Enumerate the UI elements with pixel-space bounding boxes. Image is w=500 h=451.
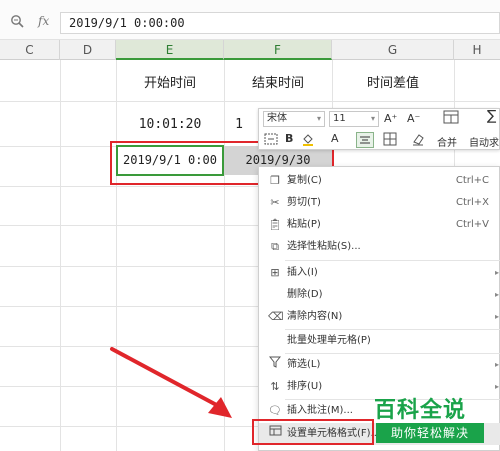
menu-item-cut[interactable]: ✂ 剪切(T) Ctrl+X: [259, 192, 500, 214]
menu-item-paste[interactable]: 📋︎ 粘贴(P) Ctrl+V: [259, 214, 500, 236]
mini-toolbar: 宋体 ▾ 11 ▾ A⁺ A⁻ ∑ B A 合并 自动求: [258, 108, 500, 150]
submenu-arrow-icon: ▸: [494, 268, 499, 277]
autosum-label[interactable]: 自动求: [469, 134, 499, 149]
cell-header-start[interactable]: 开始时间: [116, 72, 224, 91]
font-name-select[interactable]: 宋体 ▾: [263, 111, 325, 127]
paste-icon: 📋︎: [268, 218, 282, 231]
column-header-g[interactable]: G: [332, 40, 454, 60]
formula-bar: fx 2019/9/1 0:00:00: [0, 0, 500, 40]
font-color-button[interactable]: A: [331, 132, 339, 146]
eraser-icon: ⌫: [268, 310, 284, 323]
cell-header-end[interactable]: 结束时间: [224, 72, 332, 91]
merge-icon[interactable]: [443, 110, 459, 128]
submenu-arrow-icon: ▸: [494, 290, 499, 299]
watermark-subtitle: 助你轻松解决: [376, 423, 484, 443]
watermark-logo: 百科全说 助你轻松解决: [374, 392, 494, 448]
bold-button[interactable]: B: [285, 132, 293, 146]
copy-icon: ❐: [270, 174, 280, 187]
zoom-icon[interactable]: [10, 14, 24, 31]
menu-item-paste-special[interactable]: ⧉ 选择性粘贴(S)...: [259, 236, 500, 258]
grow-font-button[interactable]: A⁺: [384, 112, 397, 126]
menu-item-copy[interactable]: ❐ 复制(C) Ctrl+C: [259, 170, 500, 192]
insert-icon: ⊞: [270, 266, 280, 279]
watermark-title: 百科全说: [374, 398, 467, 423]
paste-special-icon: ⧉: [271, 240, 279, 253]
merge-label[interactable]: 合并: [437, 134, 457, 149]
column-header-c[interactable]: C: [0, 40, 60, 60]
fill-color-icon[interactable]: [301, 132, 315, 150]
formula-input[interactable]: 2019/9/1 0:00:00: [60, 12, 500, 34]
cell-e-row2[interactable]: 10:01:20: [116, 117, 224, 132]
column-header-f[interactable]: F: [224, 40, 332, 60]
filter-icon: [268, 354, 282, 376]
font-size-select[interactable]: 11 ▾: [329, 111, 379, 127]
menu-item-clear-content[interactable]: ⌫ 清除内容(N) ▸: [259, 306, 500, 328]
scissors-icon: ✂: [270, 196, 280, 209]
menu-item-batch-cells[interactable]: 批量处理单元格(P): [259, 330, 500, 352]
column-header-d[interactable]: D: [60, 40, 116, 60]
shrink-font-button[interactable]: A⁻: [407, 112, 420, 126]
column-header-h[interactable]: H: [454, 40, 500, 60]
submenu-arrow-icon: ▸: [494, 312, 499, 321]
sort-icon: ⇅: [270, 380, 280, 393]
submenu-arrow-icon: ▸: [494, 382, 499, 391]
sum-icon[interactable]: ∑: [487, 109, 496, 123]
menu-item-delete[interactable]: 删除(D) ▸: [259, 284, 500, 306]
cell-f-row2[interactable]: 1: [224, 117, 254, 132]
column-header-e[interactable]: E: [116, 40, 224, 60]
border-icon[interactable]: [383, 132, 397, 150]
menu-item-insert[interactable]: ⊞ 插入(I) ▸: [259, 262, 500, 284]
fx-label[interactable]: fx: [38, 14, 49, 28]
column-header-row: C D E F G H: [0, 40, 500, 60]
annotation-red-box-format-cells: [252, 419, 374, 445]
submenu-arrow-icon: ▸: [494, 360, 499, 369]
clear-format-icon[interactable]: [411, 132, 425, 150]
align-center-button[interactable]: [356, 132, 374, 148]
cell-header-diff[interactable]: 时间差值: [332, 72, 454, 91]
wrap-icon[interactable]: [264, 133, 278, 149]
menu-item-filter[interactable]: 筛选(L) ▸: [259, 354, 500, 376]
